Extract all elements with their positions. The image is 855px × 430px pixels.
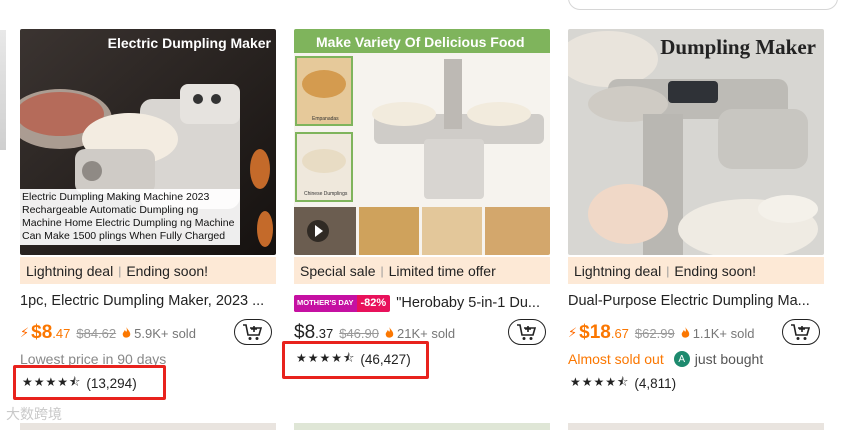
watermark: 大数跨境 — [6, 406, 62, 422]
image-label-empanadas: Empanadas — [312, 116, 339, 122]
next-row-card-image-3[interactable] — [568, 423, 824, 430]
promo-badge: MOTHER'S DAY -82% — [294, 294, 391, 312]
original-price-1: $84.62 — [76, 325, 117, 341]
deal-label: Lightning deal — [26, 262, 114, 279]
lightning-bolt-icon: ⚡ — [20, 325, 30, 340]
next-row-card-image-2[interactable] — [294, 423, 550, 430]
sold-count-3: 1.1K+ sold — [681, 326, 754, 341]
price-row-1: ⚡ $8.47 $84.62 5.9K+ sold — [20, 321, 230, 345]
rating-row-3: ★★★★⯪ (4,811) — [570, 373, 676, 393]
product-card-3[interactable]: Dumpling Maker Lightning deal | Ending s… — [568, 29, 824, 399]
separator: | — [666, 263, 670, 278]
cart-plus-icon — [517, 324, 537, 340]
deal-banner-2: Special sale | Limited time offer — [294, 257, 550, 284]
product-title-row-2[interactable]: MOTHER'S DAY -82% "Herobaby 5-in-1 Du... — [294, 293, 550, 313]
deal-banner-3: Lightning deal | Ending soon! — [568, 257, 824, 284]
product-image-1[interactable]: Electric Dumpling Maker Electric Dumplin… — [20, 29, 276, 255]
top-search-pill[interactable] — [568, 0, 838, 10]
flame-icon — [122, 327, 131, 338]
product-image-3[interactable]: Dumpling Maker — [568, 29, 824, 255]
image-overlay-description-1: Electric Dumpling Making Machine 2023 Re… — [20, 189, 240, 245]
highlight-box-1 — [13, 365, 166, 400]
deal-banner-1: Lightning deal | Ending soon! — [20, 257, 276, 284]
promo-badge-discount: -82% — [360, 297, 387, 309]
image-caption-1: Electric Dumpling Maker — [107, 35, 271, 51]
deal-status: Ending soon! — [126, 262, 209, 279]
dumpling-maker-photo-3 — [568, 29, 824, 255]
product-title-3[interactable]: Dual-Purpose Electric Dumpling Ma... — [568, 293, 824, 313]
original-price-2: $46.90 — [339, 325, 379, 341]
recent-purchase-text: just bought — [694, 351, 764, 367]
image-caption-3: Dumpling Maker — [660, 35, 816, 59]
price-row-3: ⚡ $18.67 $62.99 1.1K+ sold — [568, 321, 778, 345]
deal-label: Special sale — [300, 262, 376, 279]
separator: | — [380, 263, 384, 278]
cart-plus-icon — [243, 324, 263, 340]
product-title-2[interactable]: "Herobaby 5-in-1 Du... — [396, 295, 540, 311]
separator: | — [118, 263, 122, 278]
promo-badge-event: MOTHER'S DAY — [294, 294, 357, 312]
price-3: $18.67 — [579, 322, 629, 343]
previous-card-edge — [0, 30, 6, 150]
original-price-3: $62.99 — [634, 325, 675, 341]
price-1: $8.47 — [31, 322, 71, 343]
star-rating-icon: ★★★★⯪ — [570, 374, 630, 389]
deal-status: Ending soon! — [674, 262, 757, 279]
flame-icon — [681, 327, 689, 338]
image-label-chinese-dumplings: Chinese Dumplings — [304, 191, 348, 197]
lightning-bolt-icon: ⚡ — [568, 325, 578, 340]
product-title-1[interactable]: 1pc, Electric Dumpling Maker, 2023 ... — [20, 293, 276, 313]
flame-icon — [385, 327, 394, 338]
stock-note-3: Almost sold out — [568, 351, 664, 367]
deal-status: Limited time offer — [388, 262, 496, 279]
add-to-cart-button-2[interactable] — [508, 319, 546, 345]
buyer-avatar: A — [673, 351, 690, 367]
product-image-2[interactable]: Make Variety Of Delicious Food Empanadas… — [294, 29, 550, 255]
sold-count-1: 5.9K+ sold — [122, 326, 196, 341]
stock-row-3: Almost sold out A just bought — [568, 349, 763, 369]
product-card-1[interactable]: Electric Dumpling Maker Electric Dumplin… — [20, 29, 276, 399]
add-to-cart-button-3[interactable] — [782, 319, 820, 345]
add-to-cart-button-1[interactable] — [234, 319, 272, 345]
dumpling-maker-photo-2 — [294, 29, 550, 255]
next-row-card-image-1[interactable] — [20, 423, 276, 430]
highlight-box-2 — [282, 341, 429, 379]
cart-plus-icon — [791, 324, 811, 340]
image-caption-2: Make Variety Of Delicious Food — [316, 34, 525, 50]
deal-label: Lightning deal — [574, 262, 662, 279]
rating-count-3[interactable]: (4,811) — [634, 376, 676, 391]
sold-count-2: 21K+ sold — [385, 326, 455, 341]
